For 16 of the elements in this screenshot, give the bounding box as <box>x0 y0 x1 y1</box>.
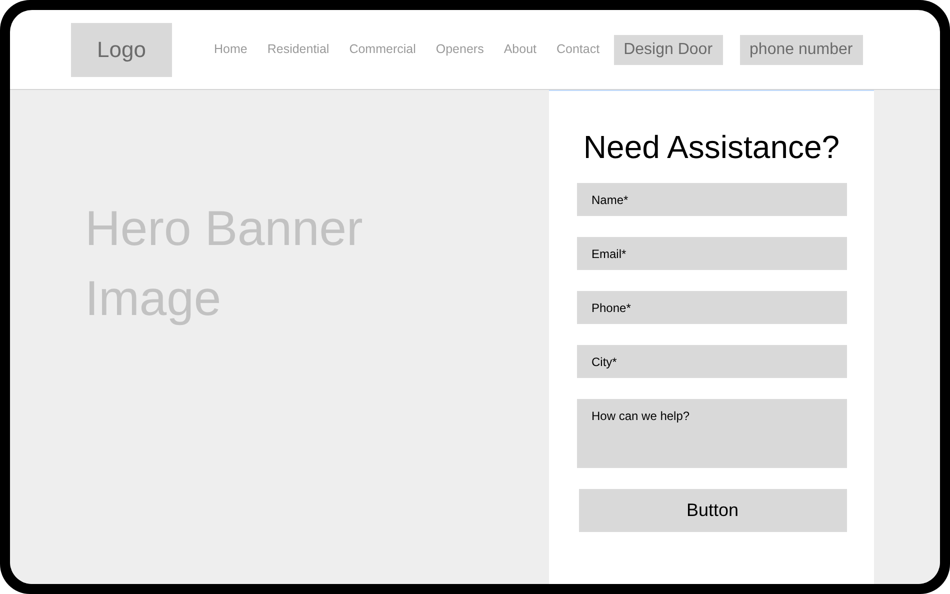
input-field[interactable]: City* <box>576 345 846 378</box>
nav-link[interactable]: About <box>504 40 536 59</box>
nav-link[interactable]: Residential <box>267 40 330 59</box>
nav-link[interactable]: Contact <box>556 40 600 59</box>
nav-link[interactable]: Commercial <box>349 40 416 59</box>
message-field[interactable]: How can we help? <box>576 399 846 468</box>
nav-link[interactable]: Home <box>214 40 248 59</box>
logo-placeholder[interactable]: Logo <box>71 22 172 76</box>
nav-link[interactable]: Openers <box>436 40 484 59</box>
form-title: Need Assistance? <box>583 128 840 167</box>
input-field[interactable]: Name* <box>576 183 846 216</box>
design-door-button[interactable]: Design Door <box>614 34 723 64</box>
submit-button[interactable]: Button <box>578 489 846 532</box>
phone-number-button[interactable]: phone number <box>740 34 863 64</box>
input-field[interactable]: Phone* <box>576 291 846 324</box>
input-field[interactable]: Email* <box>576 237 846 270</box>
